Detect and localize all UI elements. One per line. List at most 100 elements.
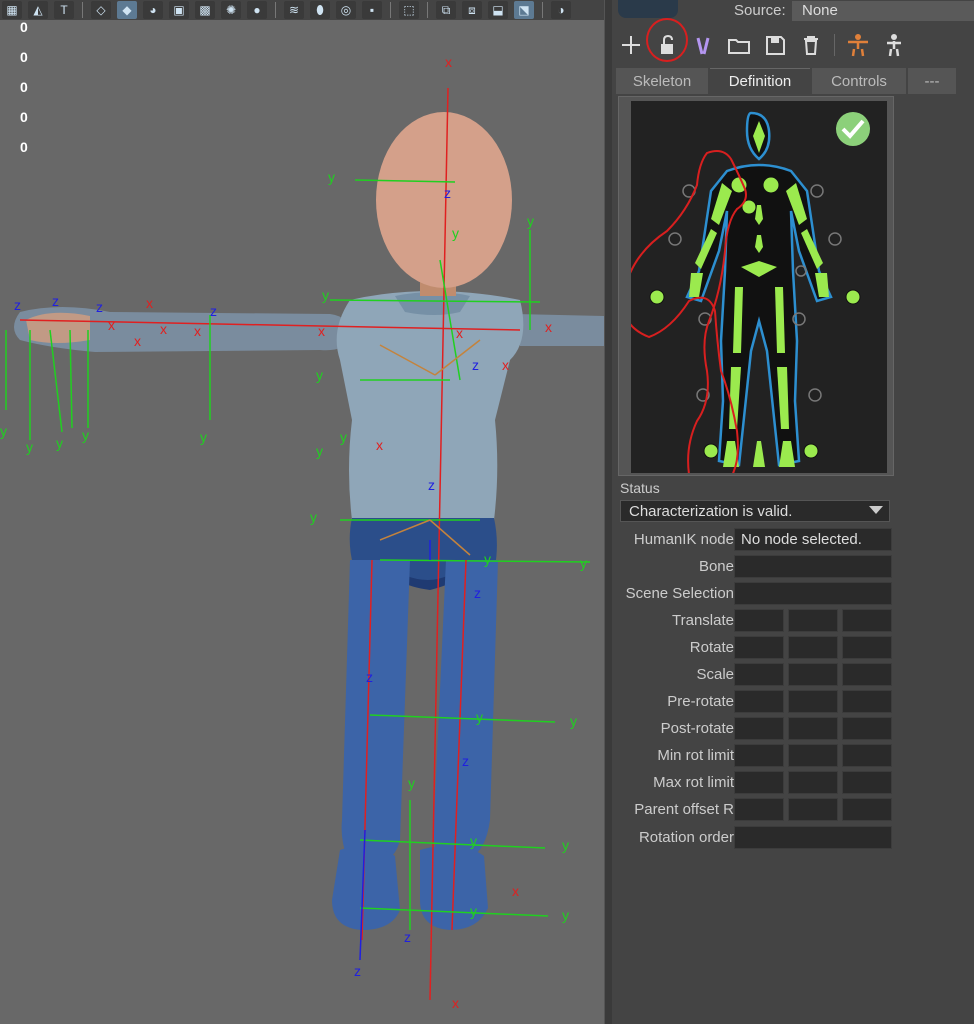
max-rot-y-field[interactable] — [788, 771, 838, 794]
translate-y-field[interactable] — [788, 609, 838, 632]
wireframe-icon[interactable]: ▦ — [2, 1, 22, 19]
source-dropdown[interactable]: None — [792, 1, 974, 21]
scene-selection-field[interactable] — [734, 582, 892, 605]
rotation-order-field[interactable] — [734, 826, 892, 849]
pre-rotate-x-field[interactable] — [734, 690, 784, 713]
tab-more[interactable]: --- — [908, 68, 956, 94]
svg-text:z: z — [96, 299, 103, 315]
tpose-icon[interactable] — [845, 32, 871, 58]
min-rot-x-field[interactable] — [734, 744, 784, 767]
grid-icon[interactable]: ▪ — [362, 1, 382, 19]
3d-viewport[interactable]: ▦ ◭ T ◇ ◆ ◕ ▣ ▩ ✺ ● ≋ ⬮ ◎ ▪ ⬚ ⧉ ⧈ ⬓ ⬔ ◑ … — [0, 0, 604, 1024]
svg-text:y: y — [316, 443, 323, 459]
status-value: Characterization is valid. — [629, 503, 793, 520]
toolbar-separator — [542, 2, 543, 18]
pre-rotate-z-field[interactable] — [842, 690, 892, 713]
texture-icon[interactable]: ◭ — [28, 1, 48, 19]
add-icon[interactable] — [618, 32, 644, 58]
tab-controls[interactable]: Controls — [812, 68, 906, 94]
parent-offset-row: Parent offset R — [616, 798, 894, 822]
character-map[interactable] — [631, 101, 887, 473]
rotation-order-row: Rotation order — [616, 826, 894, 850]
svg-text:y: y — [56, 435, 63, 451]
frame-icon[interactable]: ⬓ — [488, 1, 508, 19]
character-model[interactable]: x y z y y x y z x x x y y y y x x z z y … — [0, 20, 604, 1024]
post-rotate-y-field[interactable] — [788, 717, 838, 740]
parent-offset-y-field[interactable] — [788, 798, 838, 821]
max-rot-x-field[interactable] — [734, 771, 784, 794]
parent-offset-x-field[interactable] — [734, 798, 784, 821]
svg-text:x: x — [146, 295, 153, 311]
chevron-down-icon — [869, 506, 883, 514]
parent-offset-z-field[interactable] — [842, 798, 892, 821]
light-icon[interactable]: ✺ — [221, 1, 241, 19]
svg-text:x: x — [545, 319, 552, 335]
min-rot-limit-row: Min rot limit — [616, 744, 894, 768]
humanik-node-field[interactable]: No node selected. — [734, 528, 892, 551]
post-rotate-x-field[interactable] — [734, 717, 784, 740]
pre-rotate-y-field[interactable] — [788, 690, 838, 713]
min-rot-limit-label: Min rot limit — [657, 747, 734, 764]
rotate-x-field[interactable] — [734, 636, 784, 659]
mirror-icon[interactable] — [690, 32, 716, 58]
scale-y-field[interactable] — [788, 663, 838, 686]
globe-icon[interactable]: ◑ — [551, 1, 571, 19]
toolbar-separator — [834, 34, 835, 56]
scale-label: Scale — [696, 666, 734, 683]
svg-text:x: x — [194, 323, 201, 339]
svg-text:y: y — [562, 837, 569, 853]
translate-x-field[interactable] — [734, 609, 784, 632]
shadow-icon[interactable]: ● — [247, 1, 267, 19]
min-rot-y-field[interactable] — [788, 744, 838, 767]
bone-field[interactable] — [734, 555, 892, 578]
svg-text:y: y — [580, 555, 587, 571]
svg-text:z: z — [52, 293, 59, 309]
svg-text:y: y — [527, 213, 534, 229]
left-foot — [332, 846, 400, 930]
svg-text:y: y — [328, 169, 335, 185]
delete-icon[interactable] — [798, 32, 824, 58]
svg-text:z: z — [462, 753, 469, 769]
max-rot-z-field[interactable] — [842, 771, 892, 794]
translate-z-field[interactable] — [842, 609, 892, 632]
scale-z-field[interactable] — [842, 663, 892, 686]
highlight-icon[interactable]: ⬔ — [514, 1, 534, 19]
rotate-y-field[interactable] — [788, 636, 838, 659]
humanik-node-row: HumanIK node No node selected. — [616, 528, 894, 552]
svg-text:x: x — [108, 317, 115, 333]
panel-divider[interactable] — [604, 0, 612, 1024]
svg-text:z: z — [210, 303, 217, 319]
tab-skeleton[interactable]: Skeleton — [616, 68, 708, 94]
texture-cube-icon[interactable]: ◕ — [143, 1, 163, 19]
display-icon[interactable]: ⧈ — [462, 1, 482, 19]
checker-icon[interactable]: ▩ — [195, 1, 215, 19]
wireframe-cube-icon[interactable]: ◇ — [91, 1, 111, 19]
lit-cube-icon[interactable]: ▣ — [169, 1, 189, 19]
layers-icon[interactable]: ≋ — [284, 1, 304, 19]
humanik-node-label: HumanIK node — [633, 531, 734, 548]
annotation-circle — [646, 18, 688, 62]
material-icon[interactable]: ⬮ — [310, 1, 330, 19]
scale-x-field[interactable] — [734, 663, 784, 686]
rotation-order-label: Rotation order — [638, 829, 734, 846]
post-rotate-z-field[interactable] — [842, 717, 892, 740]
tab-definition[interactable]: Definition — [710, 68, 810, 94]
left-hand — [26, 312, 90, 343]
stance-icon[interactable] — [881, 32, 907, 58]
character-map-frame — [618, 96, 894, 476]
text-icon[interactable]: T — [54, 1, 74, 19]
bone-label: Bone — [698, 558, 734, 575]
isolate-icon[interactable]: ◎ — [336, 1, 356, 19]
parent-offset-label: Parent offset R — [634, 801, 734, 818]
status-dropdown[interactable]: Characterization is valid. — [620, 500, 890, 522]
camera-icon[interactable]: ⧉ — [436, 1, 456, 19]
bone-row: Bone — [616, 555, 894, 579]
rotate-z-field[interactable] — [842, 636, 892, 659]
svg-text:y: y — [452, 225, 459, 241]
min-rot-z-field[interactable] — [842, 744, 892, 767]
shaded-cube-icon[interactable]: ◆ — [117, 1, 137, 19]
open-folder-icon[interactable] — [726, 32, 752, 58]
svg-text:x: x — [456, 325, 463, 341]
save-icon[interactable] — [762, 32, 788, 58]
select-icon[interactable]: ⬚ — [399, 1, 419, 19]
